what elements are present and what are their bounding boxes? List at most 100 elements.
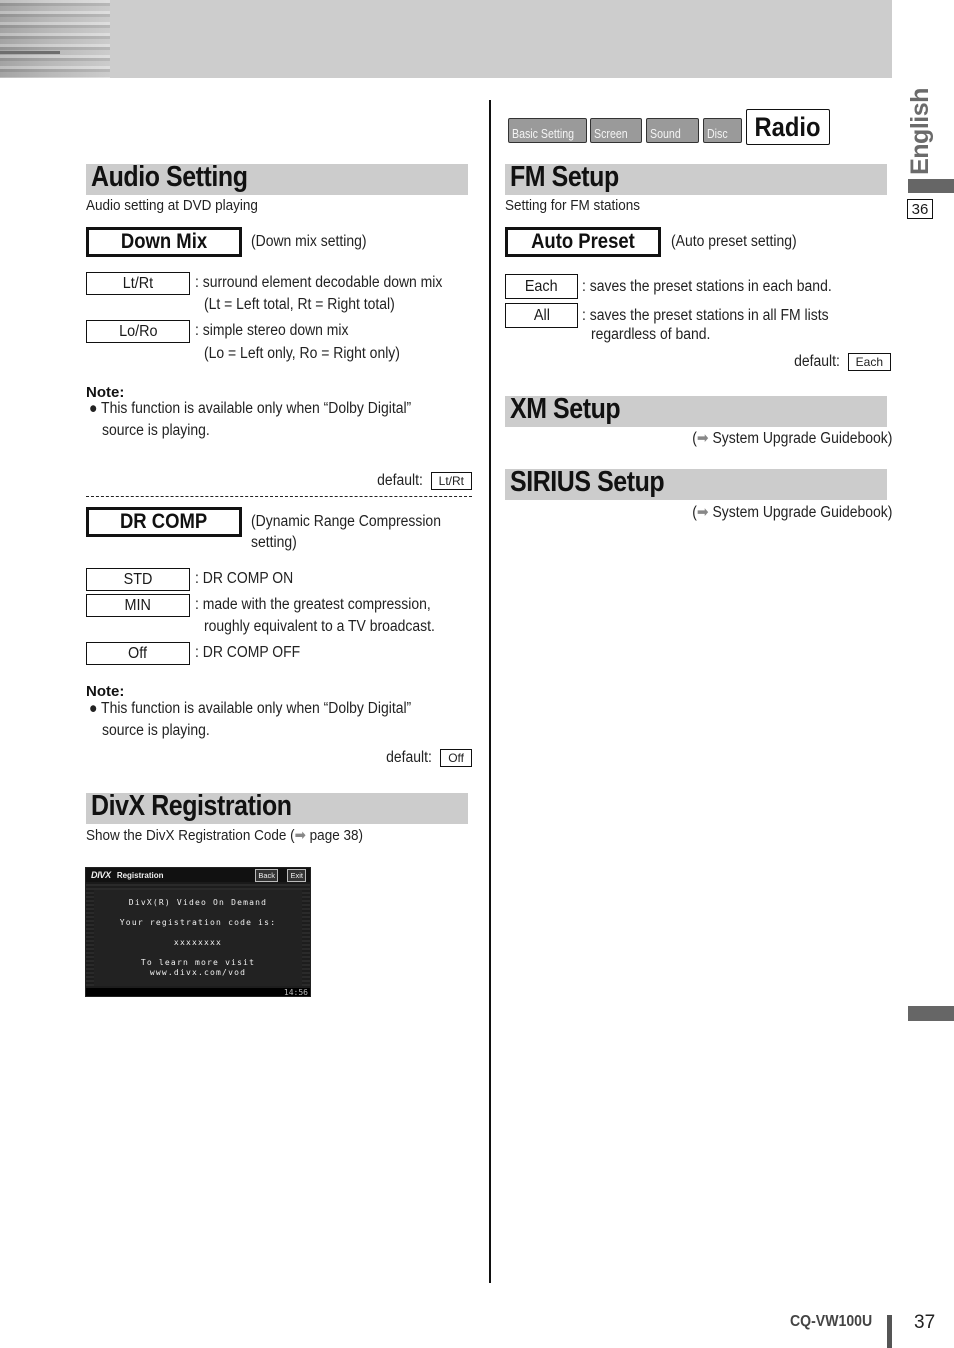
auto-preset-default: default: Each xyxy=(789,353,891,371)
value-label: STD xyxy=(123,570,153,588)
fm-setup-subtitle: Setting for FM stations xyxy=(505,197,641,214)
model-number: CQ-VW100U xyxy=(790,1313,873,1330)
dr-comp-label: DR COMP xyxy=(120,510,208,533)
value-label: Each xyxy=(525,277,558,295)
divx-subtitle-text: Show the DivX Registration Code ( xyxy=(86,827,295,844)
divx-back-button: Back xyxy=(255,869,278,882)
value-min[interactable]: MIN xyxy=(86,594,190,617)
divx-clock: 14:56 xyxy=(283,988,308,997)
lt-rt-desc-2: (Lt = Left total, Rt = Right total) xyxy=(204,296,395,313)
page-number: 37 xyxy=(914,1312,936,1333)
section-page-box: 36 xyxy=(907,199,933,219)
sirius-setup-title: SIRIUS Setup xyxy=(510,466,665,498)
divx-registration-code: xxxxxxxx xyxy=(173,938,223,947)
divx-line-2: Your registration code is: xyxy=(119,918,277,927)
divx-registration-screenshot: DIVX Registration Back Exit DivX(R) Vide… xyxy=(85,867,311,997)
note-line: This function is available only when “Do… xyxy=(101,400,412,417)
down-mix-desc: (Down mix setting) xyxy=(251,233,367,250)
default-value-box: Lt/Rt xyxy=(430,472,472,490)
default-value-box: Off xyxy=(440,749,472,767)
lo-ro-desc: : simple stereo down mix xyxy=(195,322,349,339)
audio-setting-subtitle: Audio setting at DVD playing xyxy=(86,197,258,214)
auto-preset-label: Auto Preset xyxy=(531,230,635,253)
dr-comp-option[interactable]: DR COMP xyxy=(86,507,242,537)
default-label: default: xyxy=(386,749,433,766)
divx-screen-title: Registration xyxy=(116,870,164,880)
dr-comp-default: default: Off xyxy=(381,749,472,767)
arrow-right-icon: ➡ xyxy=(294,827,306,844)
value-all[interactable]: All xyxy=(505,303,578,328)
tab-label: Disc xyxy=(707,127,728,141)
sirius-setup-reference: (➡ System Upgrade Guidebook) xyxy=(692,503,892,522)
tab-screen[interactable]: Screen xyxy=(590,118,642,143)
audio-setting-title: Audio Setting xyxy=(91,161,248,193)
divx-screen-titlebar: DIVX Registration Back Exit xyxy=(86,868,310,882)
divx-registration-header: DivX Registration xyxy=(86,790,468,824)
dr-comp-desc: (Dynamic Range Compression xyxy=(251,513,441,530)
divx-line-3: To learn more visit xyxy=(140,958,256,967)
lo-ro-desc-2: (Lo = Left only, Ro = Right only) xyxy=(204,345,400,362)
auto-preset-option[interactable]: Auto Preset xyxy=(505,227,661,257)
arrow-right-icon: ➡ xyxy=(696,430,709,447)
bullet-icon: ● xyxy=(89,400,102,417)
top-banner xyxy=(0,0,892,78)
tab-label: Screen xyxy=(594,127,628,141)
value-lt-rt[interactable]: Lt/Rt xyxy=(86,272,190,295)
value-label: Lo/Ro xyxy=(118,322,158,340)
banner-photo xyxy=(0,0,110,78)
value-std[interactable]: STD xyxy=(86,568,190,591)
note-line: This function is available only when “Do… xyxy=(101,700,412,717)
down-mix-option[interactable]: Down Mix xyxy=(86,227,242,257)
divx-registration-title: DivX Registration xyxy=(91,790,292,822)
fm-setup-header: FM Setup xyxy=(505,161,887,195)
language-label: English xyxy=(905,87,934,175)
value-label: Off xyxy=(128,644,148,662)
value-lo-ro[interactable]: Lo/Ro xyxy=(86,320,190,343)
tab-basic-setting[interactable]: Basic Setting xyxy=(508,118,587,143)
arrow-right-icon: ➡ xyxy=(696,504,709,521)
guidebook-reference-link[interactable]: System Upgrade Guidebook) xyxy=(708,430,892,447)
divx-subtitle: Show the DivX Registration Code (➡ page … xyxy=(86,826,363,844)
min-desc-2: roughly equivalent to a TV broadcast. xyxy=(204,618,435,635)
dr-comp-desc-2: setting) xyxy=(251,534,297,551)
auto-preset-desc: (Auto preset setting) xyxy=(671,233,797,250)
value-each[interactable]: Each xyxy=(505,274,578,299)
divx-screen-body: DivX(R) Video On Demand Your registratio… xyxy=(86,884,310,988)
tab-label: Radio xyxy=(754,111,821,142)
value-off[interactable]: Off xyxy=(86,642,190,665)
divx-line-1: DivX(R) Video On Demand xyxy=(128,898,268,907)
off-desc: : DR COMP OFF xyxy=(195,644,301,661)
tab-disc[interactable]: Disc xyxy=(703,118,742,143)
tab-sound[interactable]: Sound xyxy=(646,118,699,143)
note-text: ● This function is available only when “… xyxy=(89,398,411,420)
xm-setup-header: XM Setup xyxy=(505,393,887,427)
page-reference-link[interactable]: page 38) xyxy=(306,827,363,844)
dashed-separator xyxy=(86,496,472,497)
all-desc-2: regardless of band. xyxy=(591,326,711,343)
down-mix-label: Down Mix xyxy=(120,230,208,253)
audio-setting-header: Audio Setting xyxy=(86,161,468,195)
language-side-tab: English xyxy=(905,87,934,175)
each-desc: : saves the preset stations in each band… xyxy=(582,278,832,295)
value-label: Lt/Rt xyxy=(122,274,154,292)
note-text-2: source is playing. xyxy=(102,722,210,739)
xm-setup-title: XM Setup xyxy=(510,393,621,425)
min-desc: : made with the greatest compression, xyxy=(195,596,431,613)
tab-radio-active[interactable]: Radio xyxy=(746,109,830,145)
column-divider xyxy=(489,100,491,1283)
side-marker-bar-lower xyxy=(908,1006,954,1021)
value-label: All xyxy=(533,306,550,324)
xm-setup-reference: (➡ System Upgrade Guidebook) xyxy=(692,429,892,448)
tab-label: Basic Setting xyxy=(512,127,575,141)
bullet-icon: ● xyxy=(89,700,102,717)
tab-label: Sound xyxy=(650,127,681,141)
footer-divider xyxy=(887,1315,892,1348)
divx-logo: DIVX xyxy=(91,870,111,880)
divx-message-panel: DivX(R) Video On Demand Your registratio… xyxy=(94,890,302,986)
guidebook-reference-link[interactable]: System Upgrade Guidebook) xyxy=(708,504,892,521)
lt-rt-desc: : surround element decodable down mix xyxy=(195,274,443,291)
default-value-box: Each xyxy=(847,353,891,371)
fm-setup-title: FM Setup xyxy=(510,161,619,193)
note-text: ● This function is available only when “… xyxy=(89,698,411,720)
sirius-setup-header: SIRIUS Setup xyxy=(505,466,887,500)
